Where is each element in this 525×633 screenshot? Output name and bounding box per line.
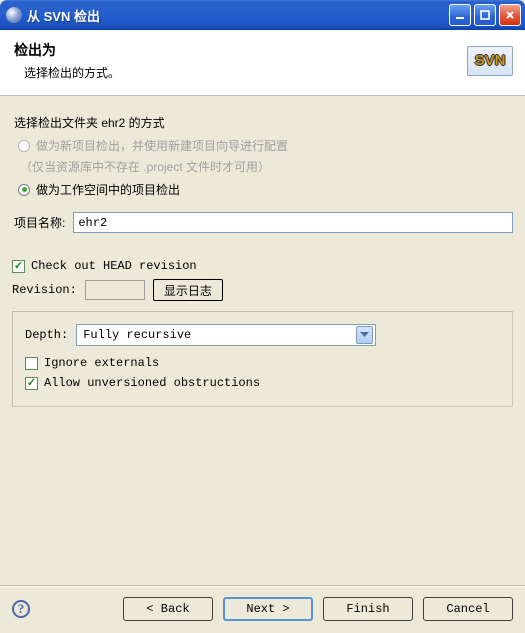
show-log-button[interactable]: 显示日志 (153, 279, 223, 301)
finish-button[interactable]: Finish (323, 597, 413, 621)
checkbox-icon (25, 377, 38, 390)
maximize-button[interactable] (474, 4, 496, 26)
radio-icon (18, 140, 30, 152)
wizard-content: 选择检出文件夹 ehr2 的方式 做为新项目检出，并使用新建项目向导进行配置 （… (0, 96, 525, 415)
new-project-hint: （仅当资源库中不存在 .project 文件时才可用） (20, 158, 513, 175)
revision-input (85, 280, 145, 300)
radio-new-project: 做为新项目检出，并使用新建项目向导进行配置 (18, 137, 513, 154)
page-title: 检出为 (14, 40, 120, 60)
page-subtitle: 选择检出的方式。 (24, 64, 120, 81)
select-method-label: 选择检出文件夹 ehr2 的方式 (14, 114, 513, 131)
back-button[interactable]: < Back (123, 597, 213, 621)
check-head-row[interactable]: Check out HEAD revision (12, 259, 513, 273)
cancel-button[interactable]: Cancel (423, 597, 513, 621)
chevron-down-icon (356, 326, 373, 344)
close-button[interactable] (499, 4, 521, 26)
allow-unversioned-label: Allow unversioned obstructions (44, 376, 260, 390)
ignore-externals-label: Ignore externals (44, 356, 159, 370)
radio-workspace-label: 做为工作空间中的项目检出 (36, 181, 180, 198)
depth-value: Fully recursive (83, 328, 191, 342)
help-icon[interactable]: ? (12, 600, 30, 618)
revision-label: Revision: (12, 283, 77, 297)
checkbox-icon (25, 357, 38, 370)
depth-combobox[interactable]: Fully recursive (76, 324, 376, 346)
window-title: 从 SVN 检出 (27, 6, 449, 25)
app-icon (6, 7, 22, 23)
title-bar: 从 SVN 检出 (0, 0, 525, 30)
minimize-button[interactable] (449, 4, 471, 26)
checkbox-icon (12, 260, 25, 273)
svn-logo-icon: SVN (467, 46, 513, 76)
ignore-externals-row[interactable]: Ignore externals (25, 356, 500, 370)
project-name-input[interactable] (73, 212, 513, 233)
depth-label: Depth: (25, 328, 68, 342)
radio-new-project-label: 做为新项目检出，并使用新建项目向导进行配置 (36, 137, 288, 154)
check-head-label: Check out HEAD revision (31, 259, 197, 273)
wizard-footer: ? < Back Next > Finish Cancel (0, 587, 525, 633)
options-group: Depth: Fully recursive Ignore externals … (12, 311, 513, 407)
radio-icon (18, 184, 30, 196)
radio-workspace-project[interactable]: 做为工作空间中的项目检出 (18, 181, 513, 198)
next-button[interactable]: Next > (223, 597, 313, 621)
project-name-label: 项目名称: (14, 214, 65, 231)
allow-unversioned-row[interactable]: Allow unversioned obstructions (25, 376, 500, 390)
wizard-header: 检出为 选择检出的方式。 SVN (0, 30, 525, 96)
